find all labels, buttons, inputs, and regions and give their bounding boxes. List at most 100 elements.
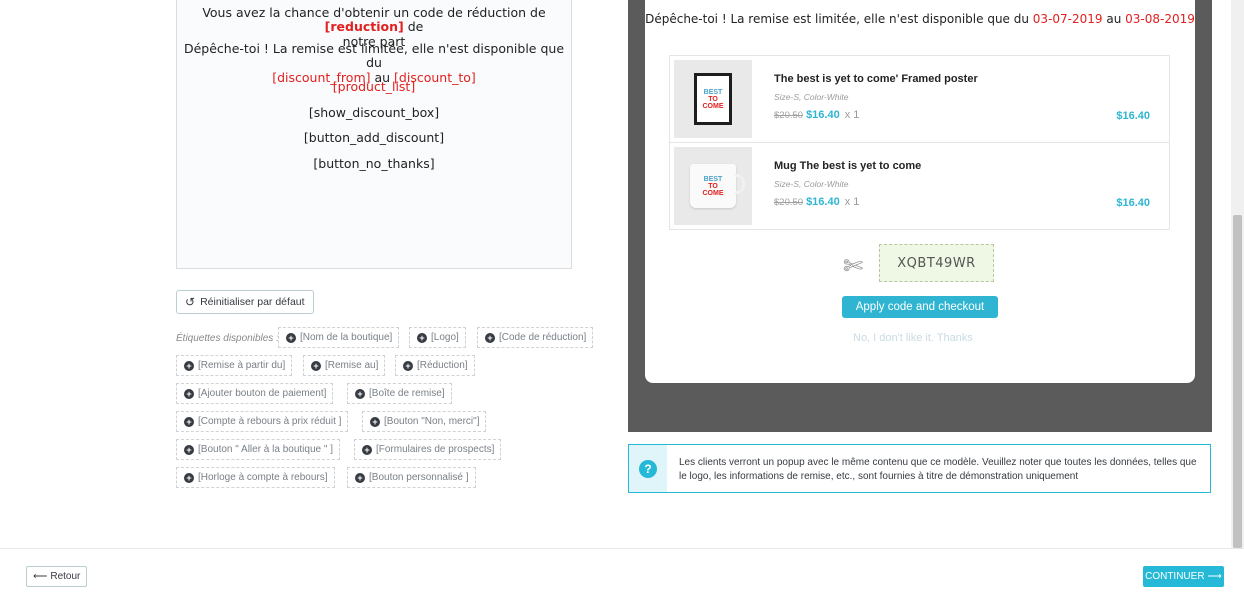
plus-icon: +	[355, 388, 365, 399]
tag-label: [Nom de la boutique]	[300, 332, 393, 343]
plus-icon: +	[286, 332, 296, 343]
popup-headline: Dépêche-toi ! La remise est limitée, ell…	[645, 12, 1195, 26]
product-total: $16.40	[1116, 110, 1150, 122]
scrollbar-thumb[interactable]	[1233, 215, 1242, 548]
product-attributes: Size-S, Color-White	[774, 179, 849, 189]
tag-label: [Ajouter bouton de paiement]	[198, 388, 327, 399]
discount-code-box: XQBT49WR	[879, 244, 994, 282]
product-qty: x 1	[844, 196, 860, 208]
product-list: BEST TO COME The best is yet to come' Fr…	[669, 55, 1170, 230]
tag-label: [Boîte de remise]	[369, 388, 445, 399]
tag-label: [Logo]	[431, 332, 459, 343]
plus-icon: +	[370, 416, 380, 427]
product-art-text: BEST	[703, 175, 723, 183]
tag-reduction[interactable]: + [Réduction]	[395, 355, 475, 376]
product-art-text: COME	[702, 102, 724, 110]
tag-countdown-price[interactable]: + [Compte à rebours à prix réduit ]	[176, 411, 349, 432]
product-art-text: COME	[702, 189, 724, 197]
tag-label: [Bouton "Non, merci"]	[384, 416, 480, 427]
tag-go-shop-button[interactable]: + [Bouton " Aller à la boutique " ]	[176, 439, 340, 460]
plus-icon: +	[403, 360, 413, 371]
product-name: The best is yet to come' Framed poster	[774, 73, 978, 85]
product-art-text: BEST	[703, 88, 723, 96]
tag-label: [Bouton " Aller à la boutique " ]	[198, 444, 333, 455]
product-name: Mug The best is yet to come	[774, 160, 922, 172]
editor-text: Dépêche-toi ! La remise est limitée, ell…	[183, 41, 565, 71]
available-tags-label: Étiquettes disponibles :	[176, 333, 279, 344]
no-thanks-link[interactable]: No, I don't like it. Thanks	[853, 332, 973, 344]
footer-bar	[0, 548, 1244, 600]
tag-add-payment-button[interactable]: + [Ajouter bouton de paiement]	[176, 383, 334, 404]
date-to: 03-08-2019	[1125, 12, 1195, 26]
old-price: $20.50	[774, 197, 804, 208]
tag-discount-code[interactable]: + [Code de réduction]	[477, 327, 594, 348]
headline-text: au	[1102, 12, 1126, 26]
question-icon: ?	[639, 459, 657, 478]
tag-label: [Horloge à compte à rebours]	[198, 472, 328, 483]
poster-icon: BEST TO COME	[694, 73, 732, 125]
product-row: BEST TO COME The best is yet to come' Fr…	[670, 56, 1169, 143]
tag-label: [Code de réduction]	[499, 332, 587, 343]
continue-label: CONTINUER	[1145, 571, 1205, 582]
button-no-thanks-tag: [button_no_thanks]	[313, 156, 435, 171]
tag-lead-forms[interactable]: + [Formulaires de prospects]	[354, 439, 502, 460]
tag-label: [Formulaires de prospects]	[376, 444, 495, 455]
tag-label: [Remise au]	[325, 360, 379, 371]
product-image-mug: BEST TO COME	[674, 147, 752, 225]
product-qty: x 1	[844, 109, 860, 121]
tag-discount-box[interactable]: + [Boîte de remise]	[347, 383, 452, 404]
product-list-tag: [product_list]	[332, 79, 416, 94]
apply-code-checkout-button[interactable]: Apply code and checkout	[842, 296, 998, 318]
reset-default-button[interactable]: ↺ Réinitialiser par défaut	[176, 290, 314, 314]
product-art-text: TO	[708, 95, 718, 103]
editor-text: Vous avez la chance d'obtenir un code de…	[202, 5, 546, 20]
old-price: $20.50	[774, 110, 804, 121]
plus-icon: +	[184, 444, 194, 455]
plus-icon: +	[184, 472, 194, 483]
show-discount-box-tag: [show_discount_box]	[308, 105, 440, 120]
tag-label: [Bouton personnalisé ]	[369, 472, 469, 483]
tag-no-thanks-button[interactable]: + [Bouton "Non, merci"]	[362, 411, 487, 432]
reduction-tag: [reduction]	[324, 19, 404, 35]
arrow-right-icon: ⟶	[1207, 571, 1222, 582]
tag-discount-to[interactable]: + [Remise au]	[303, 355, 386, 376]
new-price: $16.40	[806, 109, 840, 121]
info-icon-column: ?	[629, 445, 667, 492]
back-label: Retour	[50, 571, 81, 582]
tag-discount-from[interactable]: + [Remise à partir du]	[176, 355, 293, 376]
tag-custom-button[interactable]: + [Bouton personnalisé ]	[347, 467, 476, 488]
product-total: $16.40	[1116, 197, 1150, 209]
undo-icon: ↺	[185, 295, 196, 309]
product-row: BEST TO COME Mug The best is yet to come…	[670, 143, 1169, 230]
tag-logo[interactable]: + [Logo]	[409, 327, 466, 348]
back-button[interactable]: ⟵ Retour	[26, 566, 88, 587]
template-editor[interactable]: Vous avez la chance d'obtenir un code de…	[176, 0, 572, 269]
button-add-discount-tag: [button_add_discount]	[303, 130, 445, 145]
tag-label: [Réduction]	[417, 360, 468, 371]
plus-icon: +	[184, 416, 194, 427]
product-art-text: TO	[708, 182, 718, 190]
reset-default-label: Réinitialiser par défaut	[200, 296, 305, 308]
page-scrollbar[interactable]	[1231, 0, 1244, 548]
plus-icon: +	[485, 332, 495, 343]
product-attributes: Size-S, Color-White	[774, 92, 849, 102]
date-from: 03-07-2019	[1032, 12, 1103, 26]
tag-label: [Compte à rebours à prix réduit ]	[198, 416, 342, 427]
info-message: Les clients verront un popup avec le mêm…	[679, 457, 1197, 482]
tag-shop-name[interactable]: + [Nom de la boutique]	[278, 327, 400, 348]
tag-label: [Remise à partir du]	[198, 360, 286, 371]
plus-icon: +	[362, 444, 372, 455]
editor-text: de	[403, 19, 424, 35]
product-price: $20.50 $16.40 x 1	[774, 109, 859, 121]
plus-icon: +	[311, 360, 321, 371]
continue-button[interactable]: CONTINUER ⟶	[1143, 566, 1224, 587]
plus-icon: +	[355, 472, 365, 483]
product-image-framed-poster: BEST TO COME	[674, 60, 752, 138]
scissors-icon: ✄	[843, 253, 864, 280]
tag-countdown-clock[interactable]: + [Horloge à compte à rebours]	[176, 467, 335, 488]
new-price: $16.40	[806, 196, 840, 208]
plus-icon: +	[184, 388, 194, 399]
arrow-left-icon: ⟵	[33, 571, 48, 582]
product-price: $20.50 $16.40 x 1	[774, 196, 859, 208]
headline-text: Dépêche-toi ! La remise est limitée, ell…	[645, 12, 1033, 26]
